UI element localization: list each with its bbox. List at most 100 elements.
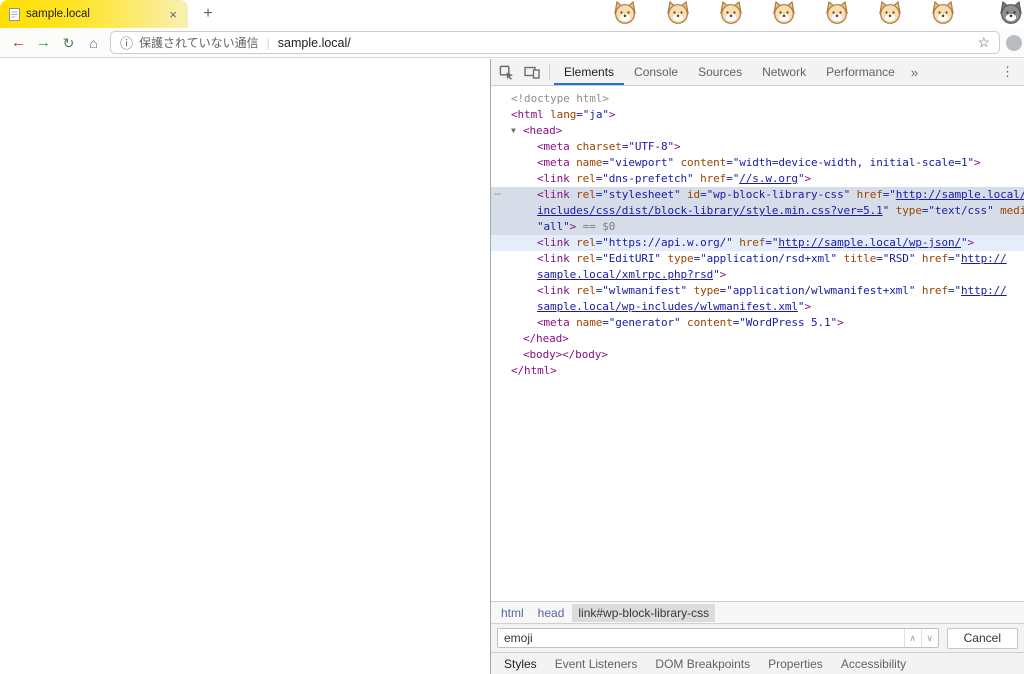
dom-tree-line[interactable]: <meta name="generator" content="WordPres…: [491, 315, 1024, 331]
code-token: =": [948, 252, 961, 265]
code-token: type: [889, 204, 922, 217]
code-token: <link: [537, 252, 570, 265]
dom-tree-line[interactable]: ▼<head>: [491, 123, 1024, 139]
code-token: ="width=device-width, initial-scale=1": [726, 156, 974, 169]
browser-tab[interactable]: sample.local ×: [0, 0, 188, 28]
attribute-link[interactable]: sample.local/wp-includes/wlwmanifest.xml: [537, 300, 798, 313]
code-token: title: [837, 252, 876, 265]
attribute-link[interactable]: http://: [961, 252, 1007, 265]
code-token: ="viewport": [602, 156, 674, 169]
code-token: href: [733, 236, 766, 249]
devtools-tab[interactable]: Performance: [816, 59, 905, 85]
theme-dog-icon: [875, 0, 905, 24]
new-tab-button[interactable]: +: [196, 4, 220, 24]
cancel-button[interactable]: Cancel: [947, 628, 1018, 649]
breadcrumb-item[interactable]: head: [532, 604, 571, 622]
code-token: ="wp-block-library-css": [700, 188, 850, 201]
search-input[interactable]: [498, 629, 904, 647]
dom-tree-line[interactable]: </head>: [491, 331, 1024, 347]
code-token: ="EditURI": [596, 252, 661, 265]
sidebar-tab[interactable]: Styles: [495, 654, 546, 674]
code-token: ="ja": [576, 108, 609, 121]
node-menu-icon[interactable]: …: [494, 187, 501, 200]
code-token: rel: [570, 252, 596, 265]
code-token: <meta: [537, 316, 570, 329]
devtools-tab[interactable]: Console: [624, 59, 688, 85]
theme-dog-icon: [769, 0, 799, 24]
address-bar[interactable]: ⓘ 保護されていない通信 | sample.local/ ☆: [110, 31, 1000, 54]
dom-tree-line[interactable]: <html lang="ja">: [491, 107, 1024, 123]
url-text[interactable]: sample.local/: [278, 36, 978, 50]
forward-button[interactable]: →: [31, 35, 56, 50]
code-token: </body>: [562, 348, 608, 361]
dom-tree-line[interactable]: <meta name="viewport" content="width=dev…: [491, 155, 1024, 171]
code-token: name: [570, 316, 603, 329]
dom-tree-line[interactable]: sample.local/xmlrpc.php?rsd">: [491, 267, 1024, 283]
devtools-menu-icon[interactable]: ⋮: [993, 64, 1022, 80]
devtools-tab[interactable]: Elements: [554, 59, 624, 85]
dom-tree-line[interactable]: <link rel="https://api.w.org/" href="htt…: [491, 235, 1024, 251]
devtools-tabs: ElementsConsoleSourcesNetworkPerformance: [554, 59, 905, 85]
device-toolbar-icon[interactable]: [519, 65, 545, 79]
attribute-link[interactable]: //s.w.org: [739, 172, 798, 185]
inspect-icon[interactable]: [493, 65, 519, 80]
devtools-tab[interactable]: Network: [752, 59, 816, 85]
dom-tree-line[interactable]: <!doctype html>: [491, 91, 1024, 107]
home-button[interactable]: ⌂: [81, 36, 106, 50]
code-token: </head>: [523, 332, 569, 345]
browser-window: sample.local × + ← → ↻ ⌂ ⓘ 保護されていない通信 | …: [0, 0, 1024, 674]
devtools-tab[interactable]: Sources: [688, 59, 752, 85]
code-token: <html: [511, 108, 544, 121]
dom-tree-line[interactable]: "all"> == $0: [491, 219, 1024, 235]
dom-tree-line[interactable]: sample.local/wp-includes/wlwmanifest.xml…: [491, 299, 1024, 315]
sidebar-tab[interactable]: Properties: [759, 654, 832, 674]
dom-tree: <!doctype html><html lang="ja">▼<head><m…: [491, 86, 1024, 601]
previous-match-icon[interactable]: ∧: [904, 629, 921, 647]
url-separator: |: [267, 36, 270, 50]
code-token: <link: [537, 236, 570, 249]
code-token: ="application/rsd+xml": [694, 252, 838, 265]
code-token: =": [948, 284, 961, 297]
expand-arrow-icon[interactable]: ▼: [511, 123, 516, 139]
sidebar-tab[interactable]: DOM Breakpoints: [646, 654, 759, 674]
devtools-panel: ElementsConsoleSourcesNetworkPerformance…: [490, 59, 1024, 674]
next-match-icon[interactable]: ∨: [921, 629, 938, 647]
sidebar-tab[interactable]: Accessibility: [832, 654, 915, 674]
dom-tree-line[interactable]: <link rel="wlwmanifest" type="applicatio…: [491, 283, 1024, 299]
code-token: >: [837, 316, 844, 329]
code-token: <link: [537, 172, 570, 185]
attribute-link[interactable]: http://: [961, 284, 1007, 297]
code-token: href: [915, 252, 948, 265]
more-tabs-icon[interactable]: »: [905, 65, 924, 80]
attribute-link[interactable]: includes/css/dist/block-library/style.mi…: [537, 204, 883, 217]
tab-close-icon[interactable]: ×: [167, 8, 179, 21]
code-token: lang: [544, 108, 577, 121]
sidebar-tab[interactable]: Event Listeners: [546, 654, 647, 674]
dom-tree-line[interactable]: includes/css/dist/block-library/style.mi…: [491, 203, 1024, 219]
reload-button[interactable]: ↻: [56, 36, 81, 50]
dom-tree-line[interactable]: <meta charset="UTF-8">: [491, 139, 1024, 155]
attribute-link[interactable]: sample.local/xmlrpc.php?rsd: [537, 268, 713, 281]
code-token: >: [674, 140, 681, 153]
dom-tree-line[interactable]: <link rel="EditURI" type="application/rs…: [491, 251, 1024, 267]
code-token: >: [974, 156, 981, 169]
browser-profile-icon[interactable]: [1006, 35, 1022, 51]
code-token: ="RSD": [876, 252, 915, 265]
dom-tree-line[interactable]: <link rel="dns-prefetch" href="//s.w.org…: [491, 171, 1024, 187]
code-token: >: [804, 300, 811, 313]
dom-tree-line[interactable]: …<link rel="stylesheet" id="wp-block-lib…: [491, 187, 1024, 203]
dom-tree-line[interactable]: <body></body>: [491, 347, 1024, 363]
attribute-link[interactable]: http://sample.local/wp-: [896, 188, 1024, 201]
code-token: >: [968, 236, 975, 249]
bookmark-star-icon[interactable]: ☆: [977, 34, 990, 51]
back-button[interactable]: ←: [6, 35, 31, 50]
breadcrumb-item[interactable]: html: [495, 604, 530, 622]
code-token: content: [681, 316, 733, 329]
code-token: href: [694, 172, 727, 185]
code-token: type: [687, 284, 720, 297]
breadcrumb-item[interactable]: link#wp-block-library-css: [572, 604, 715, 622]
attribute-link[interactable]: http://sample.local/wp-json/: [778, 236, 961, 249]
dom-tree-line[interactable]: </html>: [491, 363, 1024, 379]
code-token: <link: [537, 284, 570, 297]
info-icon[interactable]: ⓘ: [120, 33, 133, 52]
